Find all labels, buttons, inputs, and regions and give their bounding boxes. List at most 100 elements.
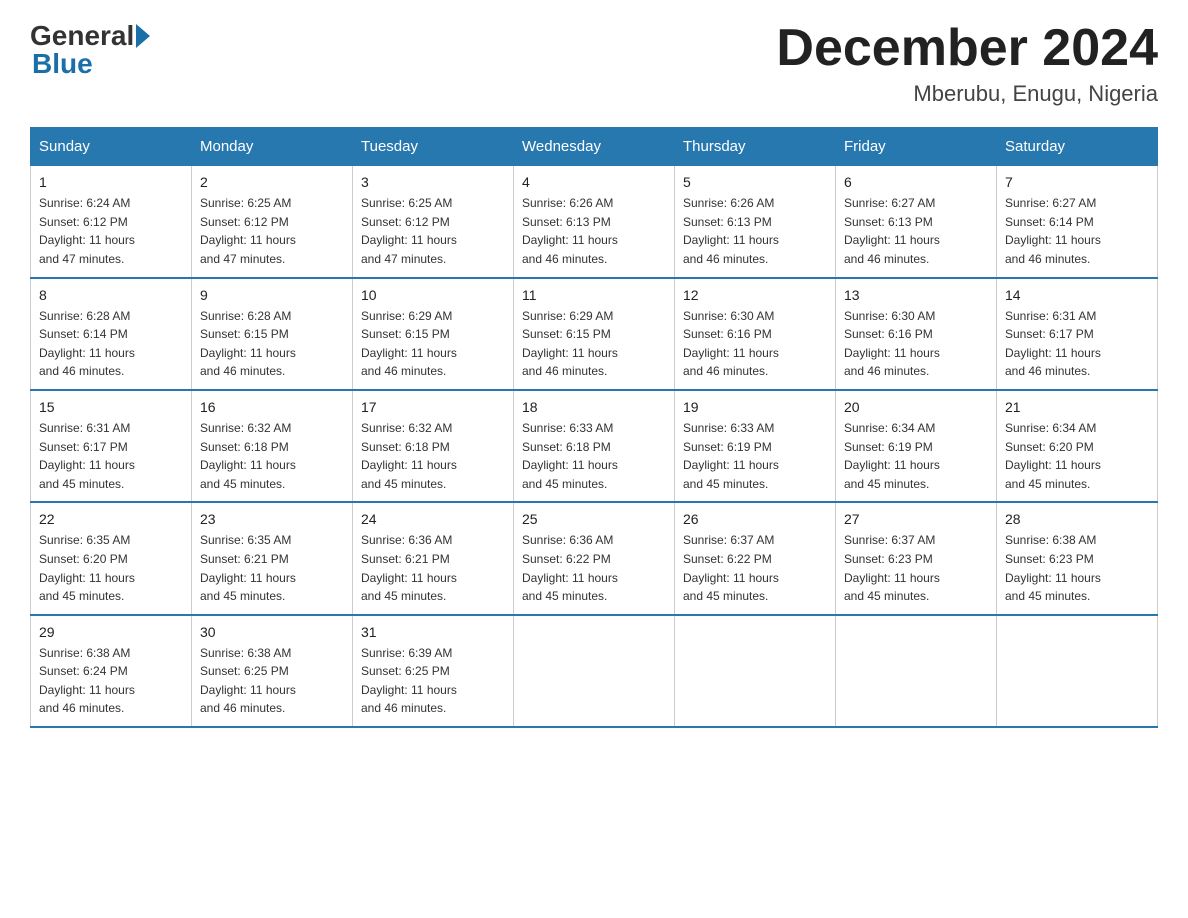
table-row: [675, 615, 836, 727]
day-info: Sunrise: 6:36 AMSunset: 6:21 PMDaylight:…: [361, 531, 505, 605]
day-info: Sunrise: 6:33 AMSunset: 6:18 PMDaylight:…: [522, 419, 666, 493]
title-section: December 2024 Mberubu, Enugu, Nigeria: [776, 20, 1158, 107]
day-number: 1: [39, 174, 183, 190]
table-row: 18 Sunrise: 6:33 AMSunset: 6:18 PMDayligh…: [514, 390, 675, 502]
logo: General Blue: [30, 20, 152, 80]
table-row: [514, 615, 675, 727]
day-number: 7: [1005, 174, 1149, 190]
calendar-week-row: 1Sunrise: 6:24 AMSunset: 6:12 PMDaylight…: [31, 166, 1158, 278]
day-number: 29: [39, 624, 183, 640]
table-row: 12 Sunrise: 6:30 AMSunset: 6:16 PMDayligh…: [675, 278, 836, 390]
day-number: 13: [844, 287, 988, 303]
day-number: 3: [361, 174, 505, 190]
table-row: 23 Sunrise: 6:35 AMSunset: 6:21 PMDayligh…: [192, 502, 353, 614]
col-friday: Friday: [836, 128, 997, 166]
table-row: 26 Sunrise: 6:37 AMSunset: 6:22 PMDayligh…: [675, 502, 836, 614]
table-row: 8 Sunrise: 6:28 AMSunset: 6:14 PMDaylight…: [31, 278, 192, 390]
day-info: Sunrise: 6:25 AMSunset: 6:12 PMDaylight:…: [361, 194, 505, 268]
day-info: Sunrise: 6:28 AMSunset: 6:14 PMDaylight:…: [39, 307, 183, 381]
table-row: 11 Sunrise: 6:29 AMSunset: 6:15 PMDayligh…: [514, 278, 675, 390]
table-row: 14Sunrise: 6:31 AMSunset: 6:17 PMDayligh…: [997, 278, 1158, 390]
day-number: 17: [361, 399, 505, 415]
table-row: 16 Sunrise: 6:32 AMSunset: 6:18 PMDayligh…: [192, 390, 353, 502]
table-row: 3 Sunrise: 6:25 AMSunset: 6:12 PMDaylight…: [353, 166, 514, 278]
logo-blue: Blue: [32, 48, 93, 79]
table-row: 7 Sunrise: 6:27 AMSunset: 6:14 PMDaylight…: [997, 166, 1158, 278]
col-tuesday: Tuesday: [353, 128, 514, 166]
day-number: 20: [844, 399, 988, 415]
day-number: 12: [683, 287, 827, 303]
table-row: [836, 615, 997, 727]
day-number: 6: [844, 174, 988, 190]
month-title: December 2024: [776, 20, 1158, 77]
day-info: Sunrise: 6:35 AMSunset: 6:21 PMDaylight:…: [200, 531, 344, 605]
day-number: 5: [683, 174, 827, 190]
day-number: 8: [39, 287, 183, 303]
table-row: 4 Sunrise: 6:26 AMSunset: 6:13 PMDaylight…: [514, 166, 675, 278]
day-info: Sunrise: 6:37 AMSunset: 6:22 PMDaylight:…: [683, 531, 827, 605]
day-number: 19: [683, 399, 827, 415]
table-row: 25 Sunrise: 6:36 AMSunset: 6:22 PMDayligh…: [514, 502, 675, 614]
calendar-week-row: 8 Sunrise: 6:28 AMSunset: 6:14 PMDaylight…: [31, 278, 1158, 390]
day-number: 14: [1005, 287, 1149, 303]
table-row: 9 Sunrise: 6:28 AMSunset: 6:15 PMDaylight…: [192, 278, 353, 390]
table-row: 31 Sunrise: 6:39 AMSunset: 6:25 PMDayligh…: [353, 615, 514, 727]
calendar-table: Sunday Monday Tuesday Wednesday Thursday…: [30, 127, 1158, 728]
day-info: Sunrise: 6:26 AMSunset: 6:13 PMDaylight:…: [522, 194, 666, 268]
table-row: 15Sunrise: 6:31 AMSunset: 6:17 PMDayligh…: [31, 390, 192, 502]
day-number: 27: [844, 511, 988, 527]
day-info: Sunrise: 6:32 AMSunset: 6:18 PMDaylight:…: [361, 419, 505, 493]
day-number: 25: [522, 511, 666, 527]
day-number: 30: [200, 624, 344, 640]
day-number: 4: [522, 174, 666, 190]
day-info: Sunrise: 6:30 AMSunset: 6:16 PMDaylight:…: [683, 307, 827, 381]
col-monday: Monday: [192, 128, 353, 166]
table-row: 28Sunrise: 6:38 AMSunset: 6:23 PMDayligh…: [997, 502, 1158, 614]
col-sunday: Sunday: [31, 128, 192, 166]
day-number: 21: [1005, 399, 1149, 415]
day-number: 22: [39, 511, 183, 527]
table-row: 27 Sunrise: 6:37 AMSunset: 6:23 PMDayligh…: [836, 502, 997, 614]
day-info: Sunrise: 6:29 AMSunset: 6:15 PMDaylight:…: [361, 307, 505, 381]
table-row: 5 Sunrise: 6:26 AMSunset: 6:13 PMDaylight…: [675, 166, 836, 278]
day-number: 11: [522, 287, 666, 303]
day-info: Sunrise: 6:37 AMSunset: 6:23 PMDaylight:…: [844, 531, 988, 605]
day-info: Sunrise: 6:26 AMSunset: 6:13 PMDaylight:…: [683, 194, 827, 268]
table-row: 6 Sunrise: 6:27 AMSunset: 6:13 PMDaylight…: [836, 166, 997, 278]
day-number: 16: [200, 399, 344, 415]
col-thursday: Thursday: [675, 128, 836, 166]
col-saturday: Saturday: [997, 128, 1158, 166]
day-info: Sunrise: 6:28 AMSunset: 6:15 PMDaylight:…: [200, 307, 344, 381]
day-number: 2: [200, 174, 344, 190]
table-row: 1Sunrise: 6:24 AMSunset: 6:12 PMDaylight…: [31, 166, 192, 278]
day-number: 15: [39, 399, 183, 415]
table-row: 29 Sunrise: 6:38 AMSunset: 6:24 PMDayligh…: [31, 615, 192, 727]
day-number: 26: [683, 511, 827, 527]
day-number: 23: [200, 511, 344, 527]
day-number: 31: [361, 624, 505, 640]
table-row: 13 Sunrise: 6:30 AMSunset: 6:16 PMDayligh…: [836, 278, 997, 390]
day-info: Sunrise: 6:35 AMSunset: 6:20 PMDaylight:…: [39, 531, 183, 605]
day-info: Sunrise: 6:32 AMSunset: 6:18 PMDaylight:…: [200, 419, 344, 493]
day-info: Sunrise: 6:34 AMSunset: 6:19 PMDaylight:…: [844, 419, 988, 493]
day-number: 24: [361, 511, 505, 527]
day-info: Sunrise: 6:33 AMSunset: 6:19 PMDaylight:…: [683, 419, 827, 493]
table-row: 17 Sunrise: 6:32 AMSunset: 6:18 PMDayligh…: [353, 390, 514, 502]
day-number: 28: [1005, 511, 1149, 527]
day-number: 9: [200, 287, 344, 303]
day-number: 18: [522, 399, 666, 415]
table-row: 10Sunrise: 6:29 AMSunset: 6:15 PMDayligh…: [353, 278, 514, 390]
day-info: Sunrise: 6:36 AMSunset: 6:22 PMDaylight:…: [522, 531, 666, 605]
day-info: Sunrise: 6:38 AMSunset: 6:24 PMDaylight:…: [39, 644, 183, 718]
table-row: 21Sunrise: 6:34 AMSunset: 6:20 PMDayligh…: [997, 390, 1158, 502]
table-row: 2Sunrise: 6:25 AMSunset: 6:12 PMDaylight…: [192, 166, 353, 278]
table-row: 20 Sunrise: 6:34 AMSunset: 6:19 PMDayligh…: [836, 390, 997, 502]
day-info: Sunrise: 6:39 AMSunset: 6:25 PMDaylight:…: [361, 644, 505, 718]
day-info: Sunrise: 6:27 AMSunset: 6:14 PMDaylight:…: [1005, 194, 1149, 268]
day-info: Sunrise: 6:38 AMSunset: 6:25 PMDaylight:…: [200, 644, 344, 718]
day-info: Sunrise: 6:30 AMSunset: 6:16 PMDaylight:…: [844, 307, 988, 381]
table-row: 30 Sunrise: 6:38 AMSunset: 6:25 PMDayligh…: [192, 615, 353, 727]
day-info: Sunrise: 6:27 AMSunset: 6:13 PMDaylight:…: [844, 194, 988, 268]
table-row: 19 Sunrise: 6:33 AMSunset: 6:19 PMDayligh…: [675, 390, 836, 502]
day-info: Sunrise: 6:29 AMSunset: 6:15 PMDaylight:…: [522, 307, 666, 381]
